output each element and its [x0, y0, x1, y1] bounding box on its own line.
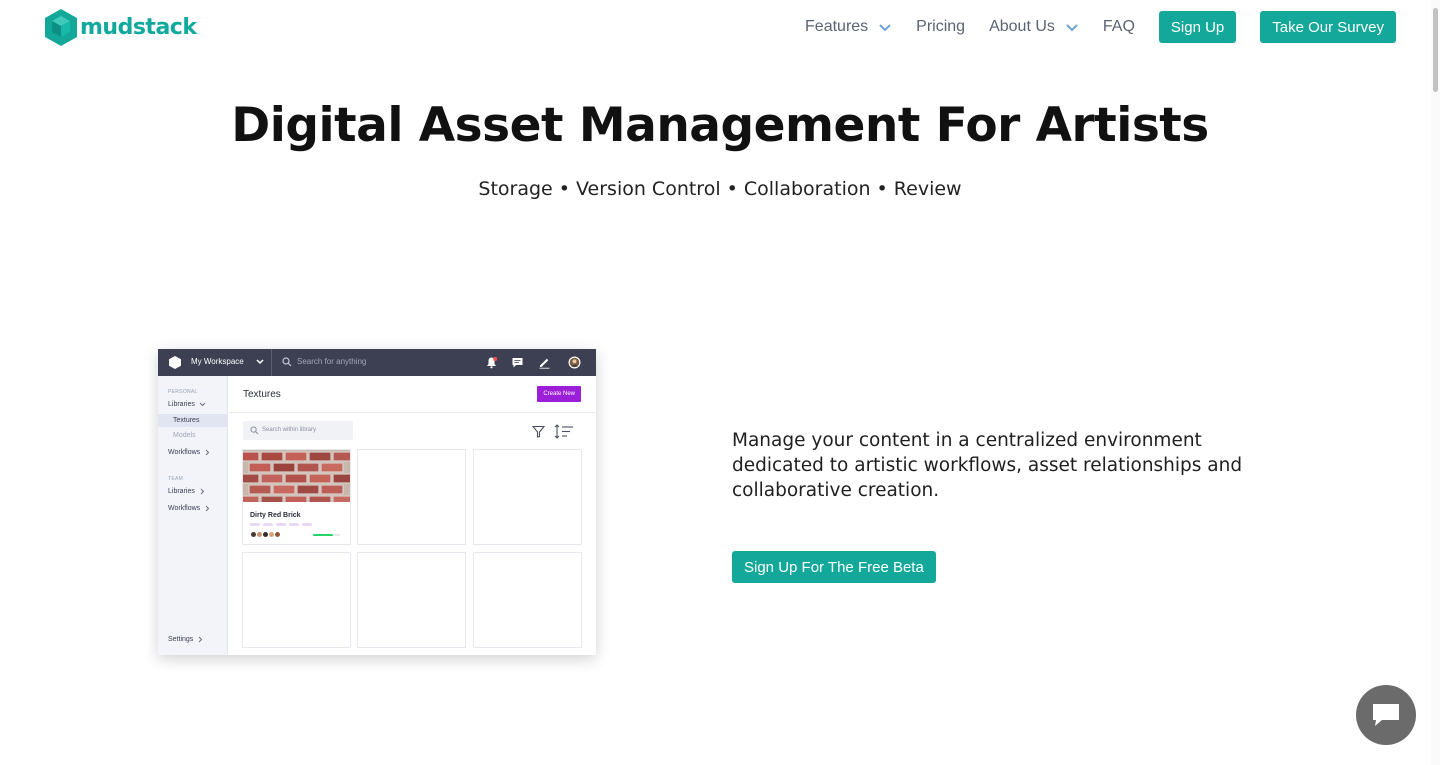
- sidebar-item-team-libraries: Libraries: [168, 488, 206, 495]
- nav-about-label: About Us: [989, 18, 1055, 35]
- chat-bubble-icon: [1373, 704, 1399, 726]
- sidebar-item-libraries: Libraries: [168, 401, 206, 408]
- mockup-topbar: My Workspace Search for anything: [158, 349, 596, 376]
- sidebar-item-models: Models: [173, 432, 196, 439]
- asset-card-placeholder: [357, 552, 466, 648]
- scrollbar-thumb[interactable]: [1433, 8, 1438, 92]
- chevron-down-icon: [879, 24, 891, 32]
- mockup-library-search: Search within library: [243, 421, 353, 440]
- nav-features[interactable]: Features: [805, 11, 892, 43]
- chevron-right-icon: [205, 449, 210, 456]
- asset-card-progress-fill: [313, 534, 334, 536]
- chevron-down-icon: [199, 402, 206, 407]
- chevron-right-icon: [198, 636, 203, 643]
- nav-about[interactable]: About Us: [989, 11, 1079, 43]
- asset-card-avatars: [250, 531, 281, 538]
- search-icon: [282, 357, 292, 367]
- bell-icon: [487, 357, 498, 369]
- sidebar-item-label: Workflows: [168, 449, 201, 456]
- sidebar-item-label: Textures: [173, 417, 200, 424]
- nav-pricing-label: Pricing: [916, 18, 966, 35]
- sort-icon: [554, 424, 573, 439]
- sidebar-item-workflows: Workflows: [168, 449, 211, 456]
- sign-up-button[interactable]: Sign Up: [1158, 11, 1237, 43]
- hexagon-cube-icon: [45, 9, 77, 46]
- mockup-library-search-placeholder: Search within library: [262, 427, 317, 433]
- asset-card-placeholder: [242, 552, 351, 648]
- hexagon-logo-icon: [169, 356, 181, 369]
- free-beta-signup-button[interactable]: Sign Up For The Free Beta: [732, 551, 936, 583]
- chevron-down-icon: [1066, 24, 1078, 32]
- pencil-icon: [539, 358, 550, 369]
- sidebar-item-textures: Textures: [173, 417, 199, 424]
- search-icon: [250, 426, 259, 435]
- message-icon: [512, 358, 523, 368]
- asset-card-name: Dirty Red Brick: [250, 512, 301, 519]
- sidebar-item-label: Workflows: [168, 505, 201, 512]
- avatar-icon: [568, 356, 581, 369]
- top-nav: mudstack Features Pricing About Us FAQ S…: [0, 0, 1440, 56]
- nav-faq-label: FAQ: [1102, 18, 1135, 35]
- mockup-search: Search for anything: [297, 357, 367, 366]
- brick-texture-thumbnail: [243, 450, 350, 502]
- mockup-main-header: Textures Create New: [229, 376, 596, 413]
- asset-card-placeholder: [473, 449, 582, 545]
- chat-widget-button[interactable]: [1356, 685, 1416, 745]
- nav-faq[interactable]: FAQ: [1103, 11, 1135, 43]
- sidebar-team-label: TEAM: [168, 476, 184, 482]
- sidebar-personal-label: PERSONAL: [168, 389, 198, 395]
- mockup-divider: [271, 349, 272, 376]
- hero-title: Digital Asset Management For Artists: [231, 98, 1209, 153]
- sidebar-item-label: Models: [173, 432, 196, 439]
- sidebar-item-label: Libraries: [168, 401, 195, 408]
- chevron-right-icon: [200, 488, 205, 495]
- sidebar-item-team-workflows: Workflows: [168, 505, 211, 512]
- mockup-page-title: Textures: [243, 389, 281, 400]
- brand-name: mudstack: [80, 15, 197, 40]
- chevron-right-icon: [205, 505, 210, 512]
- nav-features-label: Features: [805, 18, 869, 35]
- page-scrollbar[interactable]: [1431, 0, 1440, 765]
- asset-card-placeholder: [473, 552, 582, 648]
- sidebar-item-label: Settings: [168, 636, 194, 643]
- asset-card: Dirty Red Brick: [242, 449, 351, 545]
- product-description: Manage your content in a centralized env…: [732, 430, 1243, 501]
- asset-card-tags: [250, 523, 312, 526]
- sidebar-item-settings: Settings: [168, 636, 204, 643]
- app-screenshot-mockup: My Workspace Search for anything PERSONA…: [158, 349, 596, 655]
- brand-logo[interactable]: mudstack: [44, 8, 197, 47]
- nav-links: Features Pricing About Us FAQ Sign Up Ta…: [805, 11, 1396, 43]
- hero-subtitle: Storage • Version Control • Collaboratio…: [478, 178, 962, 200]
- nav-pricing[interactable]: Pricing: [916, 11, 965, 43]
- chevron-down-icon: [256, 359, 264, 365]
- filter-icon: [532, 425, 545, 438]
- mockup-sidebar: PERSONAL Libraries Textures Models Workf…: [158, 376, 228, 655]
- asset-card-placeholder: [357, 449, 466, 545]
- asset-card-progress: [313, 534, 340, 536]
- take-survey-button[interactable]: Take Our Survey: [1260, 11, 1396, 43]
- mockup-workspace: My Workspace: [191, 357, 244, 366]
- sidebar-item-label: Libraries: [168, 488, 195, 495]
- mockup-create-new-button: Create New: [537, 386, 581, 402]
